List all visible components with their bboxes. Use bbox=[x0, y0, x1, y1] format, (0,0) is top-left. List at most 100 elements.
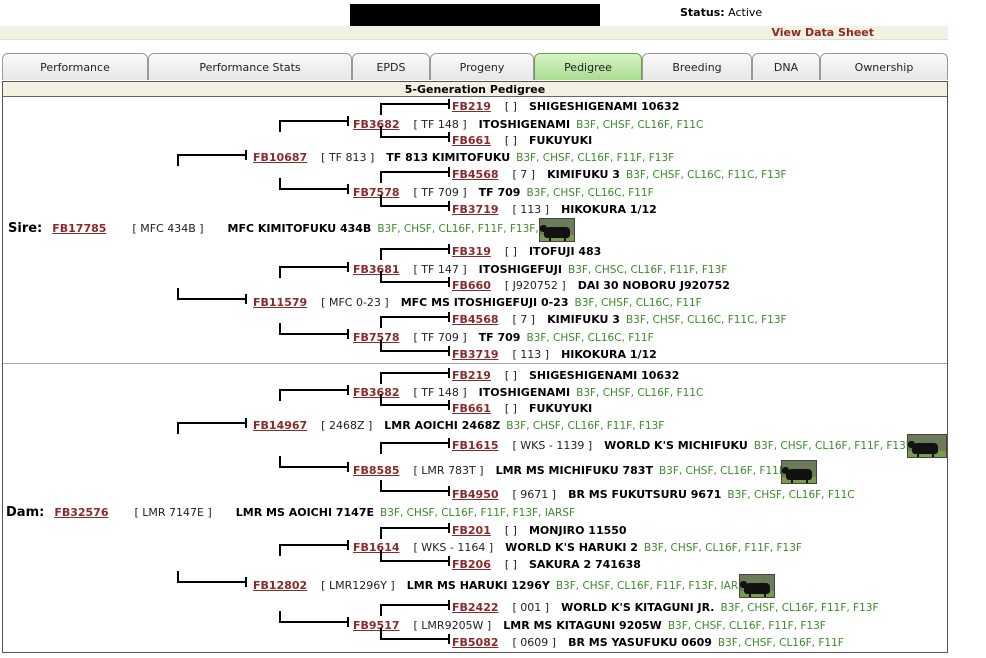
tag-number: [ 7 ] bbox=[512, 313, 536, 326]
registration-link[interactable]: FB1615 bbox=[452, 439, 499, 452]
animal-name: HIKOKURA 1/12 bbox=[561, 348, 657, 361]
data-sheet-bar: View Data Sheet bbox=[0, 26, 948, 40]
registration-link[interactable]: FB206 bbox=[452, 558, 491, 571]
sire-label: Sire: bbox=[8, 221, 43, 236]
tab-dna[interactable]: DNA bbox=[752, 53, 820, 80]
pedigree-panel: 5-Generation Pedigree FB219 [ ] SHIGESHIGE… bbox=[2, 81, 948, 653]
registration-link[interactable]: FB201 bbox=[452, 524, 491, 537]
redacted-header-block bbox=[350, 4, 600, 26]
animal-name: SAKURA 2 741638 bbox=[528, 558, 641, 571]
pedigree-entry: FB2422 [ 001 ] WORLD K'S KITAGUNI JR. B3F, … bbox=[452, 601, 879, 615]
animal-name: LMR MS AOICHI 7147E bbox=[235, 506, 375, 519]
registration-link[interactable]: FB5082 bbox=[452, 636, 499, 649]
registration-link[interactable]: FB12802 bbox=[253, 579, 307, 592]
registration-link[interactable]: FB219 bbox=[452, 100, 491, 113]
registration-link[interactable]: FB3719 bbox=[452, 348, 499, 361]
pedigree-connector bbox=[380, 99, 450, 115]
pedigree-connector bbox=[279, 178, 349, 194]
registration-link[interactable]: FB319 bbox=[452, 245, 491, 258]
pedigree-entry: FB8585 [ LMR 783T ] LMR MS MICHIFUKU 783T B… bbox=[353, 464, 785, 478]
pedigree-entry: FB12802 [ LMR1296Y ] LMR MS HARUKI 1296Y B3… bbox=[253, 579, 752, 593]
registration-link[interactable]: FB10687 bbox=[253, 151, 307, 164]
animal-name: FUKUYUKI bbox=[528, 402, 593, 415]
animal-name: ITOSHIGENAMI bbox=[478, 386, 571, 399]
tag-number: [ TF 813 ] bbox=[321, 151, 375, 164]
animal-name: LMR MS KITAGUNI 9205W bbox=[503, 619, 662, 632]
tab-breeding[interactable]: Breeding bbox=[642, 53, 752, 80]
tag-number: [ 9671 ] bbox=[512, 488, 557, 501]
pedigree-connector bbox=[380, 340, 450, 356]
registration-link[interactable]: FB17785 bbox=[52, 222, 106, 235]
pedigree-connector bbox=[380, 126, 450, 142]
registration-link[interactable]: FB2422 bbox=[452, 601, 499, 614]
dam-entry: Dam: FB32576 [ LMR 7147E ] LMR MS AOICHI 71… bbox=[6, 506, 575, 520]
animal-photo-thumbnail[interactable] bbox=[739, 574, 775, 598]
genetic-codes: B3F, CHSF, CL16C, F11F bbox=[526, 187, 654, 199]
tab-ownership[interactable]: Ownership bbox=[820, 53, 948, 80]
pedigree-connector bbox=[279, 611, 349, 627]
animal-photo-thumbnail[interactable] bbox=[907, 434, 947, 458]
registration-link[interactable]: FB4568 bbox=[452, 313, 499, 326]
genetic-codes: B3F, CHSF, CL16F, F11C bbox=[576, 387, 704, 399]
tab-progeny[interactable]: Progeny bbox=[430, 53, 534, 80]
tag-number: [ LMR 7147E ] bbox=[134, 506, 212, 519]
registration-link[interactable]: FB4950 bbox=[452, 488, 499, 501]
pedigree-entry: FB219 [ ] SHIGESHIGENAMI 10632 bbox=[452, 369, 685, 383]
registration-link[interactable]: FB14967 bbox=[253, 419, 307, 432]
view-data-sheet-link[interactable]: View Data Sheet bbox=[771, 26, 874, 39]
tab-performance-stats[interactable]: Performance Stats bbox=[148, 53, 352, 80]
registration-link[interactable]: FB661 bbox=[452, 134, 491, 147]
registration-link[interactable]: FB661 bbox=[452, 402, 491, 415]
genetic-codes: B3F, CHSF, CL16C, F11F bbox=[574, 297, 702, 309]
tab-epds[interactable]: EPDS bbox=[352, 53, 430, 80]
tag-number: [ J920752 ] bbox=[504, 279, 566, 292]
tag-number: [ ] bbox=[504, 134, 517, 147]
pedigree-connector bbox=[380, 550, 450, 566]
registration-link[interactable]: FB660 bbox=[452, 279, 491, 292]
pedigree-connector bbox=[380, 368, 450, 384]
registration-link[interactable]: FB4568 bbox=[452, 168, 499, 181]
genetic-codes: B3F, CHSC, CL16F, F11F, F13F bbox=[567, 264, 728, 276]
animal-name: WORLD K'S KITAGUNI JR. bbox=[561, 601, 715, 614]
pedigree-connector bbox=[380, 271, 450, 287]
tab-pedigree[interactable]: Pedigree bbox=[534, 53, 642, 80]
registration-link[interactable]: FB219 bbox=[452, 369, 491, 382]
animal-name: TF 709 bbox=[478, 331, 521, 344]
tab-performance[interactable]: Performance bbox=[2, 53, 148, 80]
pedigree-entry: FB14967 [ 2468Z ] LMR AOICHI 2468Z B3F, CHS… bbox=[253, 419, 664, 433]
tag-number: [ WKS - 1139 ] bbox=[512, 439, 593, 452]
tag-number: [ 2468Z ] bbox=[321, 419, 373, 432]
genetic-codes: B3F, CHSF, CL16C, F11F bbox=[526, 332, 654, 344]
tag-number: [ ] bbox=[504, 558, 517, 571]
pedigree-connector bbox=[177, 150, 247, 166]
pedigree-entry: FB5082 [ 0609 ] BR MS YASUFUKU 0609 B3F, CH… bbox=[452, 636, 844, 650]
pedigree-entry: FB661 [ ] FUKUYUKI bbox=[452, 134, 598, 148]
pedigree-entry: FB319 [ ] ITOFUJI 483 bbox=[452, 245, 607, 259]
genetic-codes: B3F, CHSF, CL16F, F11F bbox=[658, 465, 785, 477]
genetic-codes: B3F, CHSF, CL16F, F11F, F13F bbox=[753, 440, 912, 452]
pedigree-connector bbox=[380, 628, 450, 644]
registration-link[interactable]: FB32576 bbox=[54, 506, 108, 519]
animal-name: WORLD K'S MICHIFUKU bbox=[604, 439, 748, 452]
animal-photo-thumbnail[interactable] bbox=[781, 460, 817, 484]
animal-name: KIMIFUKU 3 bbox=[547, 313, 620, 326]
tag-number: [ 113 ] bbox=[512, 348, 550, 361]
pedigree-entry: FB4950 [ 9671 ] BR MS FUKUTSURU 9671 B3F, C… bbox=[452, 488, 855, 502]
pedigree-connector bbox=[279, 540, 349, 556]
animal-name: ITOFUJI 483 bbox=[528, 245, 602, 258]
tag-number: [ 113 ] bbox=[512, 203, 550, 216]
tag-number: [ MFC 434B ] bbox=[132, 222, 204, 235]
animal-name: TF 709 bbox=[478, 186, 521, 199]
animal-name: MONJIRO 11550 bbox=[528, 524, 627, 537]
animal-name: ITOSHIGEFUJI bbox=[478, 263, 562, 276]
animal-name: LMR AOICHI 2468Z bbox=[384, 419, 501, 432]
tag-number: [ 0609 ] bbox=[512, 636, 557, 649]
registration-link[interactable]: FB8585 bbox=[353, 464, 400, 477]
registration-link[interactable]: FB3719 bbox=[452, 203, 499, 216]
top-bar: Status: Active View Data Sheet bbox=[0, 0, 948, 40]
tag-number: [ ] bbox=[504, 402, 517, 415]
animal-photo-thumbnail[interactable] bbox=[539, 218, 575, 242]
tag-number: [ ] bbox=[504, 524, 517, 537]
animal-name: FUKUYUKI bbox=[528, 134, 593, 147]
registration-link[interactable]: FB11579 bbox=[253, 296, 307, 309]
